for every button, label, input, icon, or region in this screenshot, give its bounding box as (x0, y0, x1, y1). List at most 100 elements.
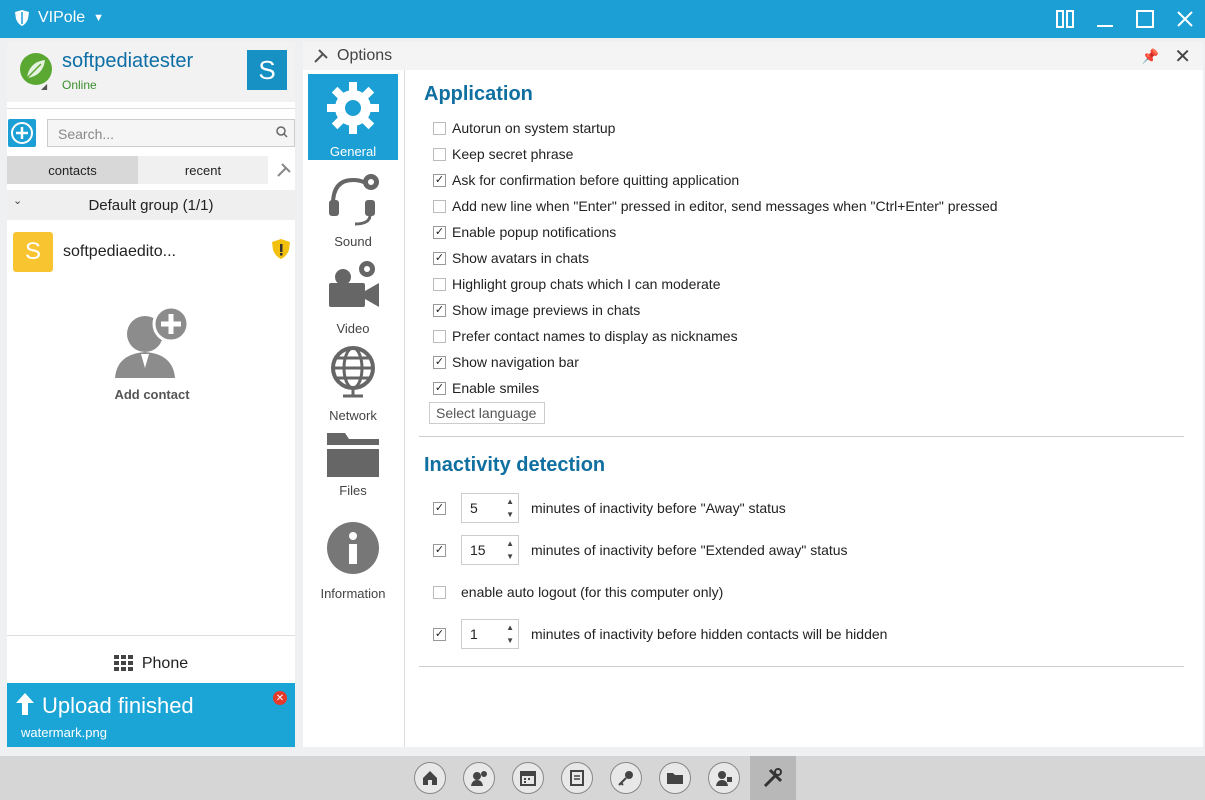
nav-network[interactable]: Network (308, 338, 398, 424)
extended-away-checkbox[interactable]: ✓ (433, 543, 446, 557)
minimize-button[interactable] (1085, 0, 1125, 38)
upload-arrow-icon (16, 693, 34, 715)
contact-name: softpediaedito... (63, 243, 176, 260)
option-row[interactable]: Autorun on system startup (433, 120, 615, 136)
keys-button[interactable] (610, 762, 642, 794)
tools-icon (763, 768, 783, 788)
app-menu[interactable]: VIPole ▼ (14, 9, 104, 27)
chevron-up-icon[interactable]: ▲ (506, 623, 514, 632)
away-checkbox[interactable]: ✓ (433, 501, 446, 515)
option-label: Highlight group chats which I can modera… (452, 276, 721, 292)
option-checkbox[interactable] (433, 199, 446, 213)
option-row[interactable]: ✓ Enable smiles (433, 380, 539, 396)
files-button[interactable] (659, 762, 691, 794)
search-placeholder: Search... (58, 126, 115, 142)
maximize-icon (1136, 10, 1154, 28)
option-row[interactable]: ✓ Enable popup notifications (433, 224, 616, 240)
option-row[interactable]: ✓ Show avatars in chats (433, 250, 589, 266)
contacts-icon (471, 771, 487, 786)
tools-icon (314, 49, 328, 63)
option-row[interactable]: ✓ Show navigation bar (433, 354, 579, 370)
pin-icon[interactable]: 📌 (1142, 48, 1159, 65)
option-checkbox[interactable]: ✓ (433, 225, 446, 239)
extended-minutes-stepper[interactable]: 15 ▲ ▼ (461, 535, 519, 565)
option-label: Keep secret phrase (452, 146, 574, 162)
close-icon[interactable]: ✕ (1174, 44, 1191, 69)
contact-tabs: contacts recent (7, 156, 295, 184)
nav-general[interactable]: General (308, 74, 398, 160)
add-contact-button[interactable]: Add contact (107, 305, 197, 406)
hidden-minutes-stepper[interactable]: 1 ▲ ▼ (461, 619, 519, 649)
nav-information[interactable]: Information (308, 512, 398, 601)
select-language-button[interactable]: Select language (429, 402, 545, 424)
option-checkbox[interactable] (433, 329, 446, 343)
contacts-button[interactable] (463, 762, 495, 794)
nav-files[interactable]: Files (308, 425, 398, 511)
option-checkbox[interactable]: ✓ (433, 251, 446, 265)
tab-contacts[interactable]: contacts (7, 156, 138, 184)
upload-notification[interactable]: Upload finished watermark.png ✕ (7, 683, 295, 747)
tab-recent[interactable]: recent (138, 156, 268, 184)
option-checkbox[interactable] (433, 277, 446, 291)
profile-status[interactable]: Online (62, 78, 97, 92)
close-window-button[interactable] (1165, 0, 1205, 38)
group-label: Default group (1/1) (88, 196, 214, 214)
globe-icon (331, 346, 375, 398)
split-view-icon (1056, 10, 1074, 28)
home-button[interactable] (414, 762, 446, 794)
option-row[interactable]: Keep secret phrase (433, 146, 573, 162)
chevron-down-icon[interactable]: ▼ (506, 552, 514, 561)
nav-sound[interactable]: Sound (308, 164, 398, 250)
option-checkbox[interactable]: ✓ (433, 173, 446, 187)
accounts-button[interactable] (708, 762, 740, 794)
options-title-text: Options (337, 47, 393, 64)
auto-logout-checkbox[interactable] (433, 585, 446, 599)
option-row[interactable]: ✓ Ask for confirmation before quitting ap… (433, 172, 739, 188)
upload-file[interactable]: watermark.png (21, 725, 107, 740)
nav-video[interactable]: Video (308, 251, 398, 337)
option-label: Show avatars in chats (452, 250, 589, 266)
contact-avatar: S (13, 232, 53, 272)
option-label: Enable popup notifications (452, 224, 617, 240)
option-checkbox[interactable] (433, 121, 446, 135)
bottom-toolbar (0, 756, 1205, 800)
contact-group[interactable]: ⌄ Default group (1/1) (7, 190, 295, 220)
maximize-button[interactable] (1125, 0, 1165, 38)
profile-name[interactable]: softpediatester (62, 50, 193, 73)
avatar[interactable]: S (247, 50, 287, 90)
option-row[interactable]: Highlight group chats which I can modera… (433, 276, 720, 292)
divider (404, 70, 405, 747)
chevron-up-icon[interactable]: ▲ (506, 497, 514, 506)
search-input[interactable]: Search... (47, 119, 295, 147)
option-row[interactable]: ✓ Show image previews in chats (433, 302, 640, 318)
divider (7, 635, 295, 636)
settings-button[interactable] (750, 756, 796, 800)
option-label: Show navigation bar (452, 354, 579, 370)
phone-button[interactable]: Phone (7, 650, 295, 678)
option-checkbox[interactable]: ✓ (433, 355, 446, 369)
add-button[interactable] (8, 119, 36, 147)
option-checkbox[interactable]: ✓ (433, 303, 446, 317)
calendar-button[interactable] (512, 762, 544, 794)
notes-button[interactable] (561, 762, 593, 794)
logout-row: enable auto logout (for this computer on… (433, 576, 723, 608)
tools-icon[interactable] (273, 156, 295, 184)
status-dropdown-icon[interactable]: ◢ (41, 82, 47, 91)
chevron-down-icon[interactable]: ▼ (506, 510, 514, 519)
chevron-up-icon[interactable]: ▲ (506, 539, 514, 548)
nav-label: Video (336, 321, 370, 336)
split-view-button[interactable] (1045, 0, 1085, 38)
hidden-row: ✓ 1 ▲ ▼ minutes of inactivity before hidde… (433, 618, 887, 650)
option-checkbox[interactable]: ✓ (433, 381, 446, 395)
chevron-down-icon[interactable]: ▼ (506, 636, 514, 645)
leaf-logo-icon (20, 53, 52, 85)
away-minutes-stepper[interactable]: 5 ▲ ▼ (461, 493, 519, 523)
option-checkbox[interactable] (433, 147, 446, 161)
list-item[interactable]: S softpediaedito... (13, 232, 293, 272)
hidden-contacts-checkbox[interactable]: ✓ (433, 627, 446, 641)
chevron-down-icon: ⌄ (13, 195, 23, 207)
close-notification-icon[interactable]: ✕ (273, 691, 287, 705)
option-row[interactable]: Prefer contact names to display as nickn… (433, 328, 738, 344)
calendar-icon (520, 771, 536, 786)
option-row[interactable]: Add new line when "Enter" pressed in edi… (433, 198, 998, 214)
